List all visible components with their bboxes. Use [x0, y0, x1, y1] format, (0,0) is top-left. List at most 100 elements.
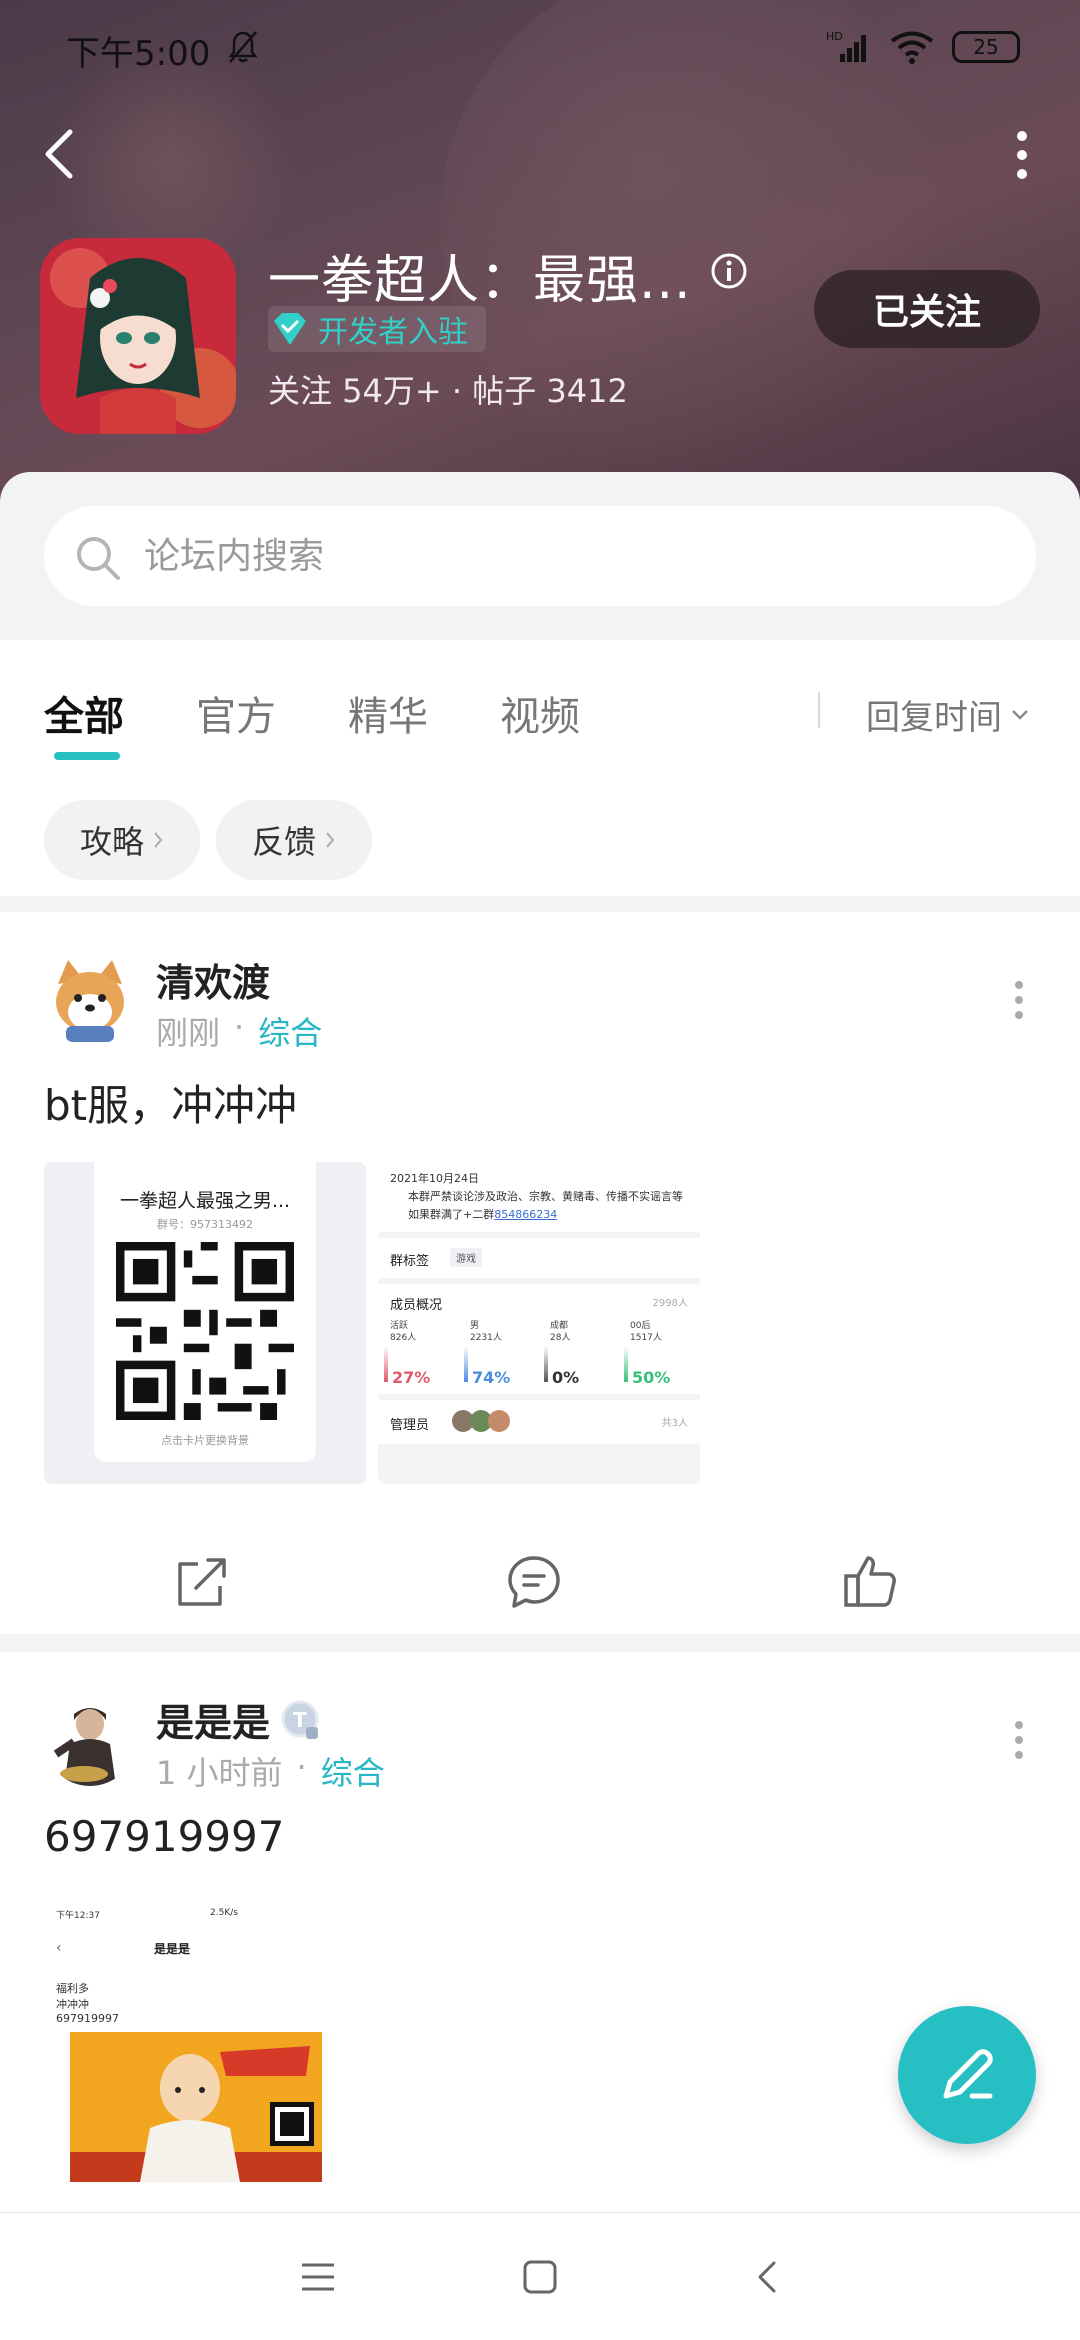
- members-label: 成员概况: [390, 1298, 443, 1313]
- shiba-avatar-image: [44, 954, 136, 1046]
- author-name: 清欢渡: [156, 961, 271, 1005]
- members-count: 2998人: [652, 1298, 688, 1309]
- post-time: 刚刚: [156, 1014, 221, 1052]
- pen-edit-icon: [943, 2049, 993, 2099]
- admins-label: 管理员: [390, 1418, 430, 1433]
- game-character-art: [40, 238, 236, 434]
- post-more-icon[interactable]: [1014, 1720, 1024, 1760]
- admins-row: 管理员 共3人: [378, 1400, 700, 1444]
- tab-all[interactable]: 全部: [44, 684, 124, 742]
- stat-active-value: 826人: [390, 1333, 417, 1343]
- qr-card-hint: 点击卡片更换背景: [161, 1434, 249, 1447]
- post-card[interactable]: 是是是 T 1 小时前 · 综合 697919997 下午12:37 2.5K/…: [0, 1652, 1080, 2212]
- status-indicators: HD 25: [826, 30, 1020, 64]
- stat-male: 男 2231人: [470, 1320, 502, 1344]
- stat-active: 活跃 826人: [390, 1320, 416, 1344]
- group-tag-row: 群标签 游戏: [378, 1238, 700, 1278]
- shot-status-speed: 2.5K/s: [210, 1908, 238, 1918]
- app-icon[interactable]: [40, 238, 236, 434]
- chip-feedback[interactable]: 反馈: [216, 800, 372, 880]
- post-time: 1 小时前: [156, 1754, 283, 1792]
- menu-icon[interactable]: [298, 2257, 338, 2297]
- notice-second-group: 如果群满了+二群: [408, 1208, 495, 1221]
- back-triangle-icon[interactable]: [748, 2257, 788, 2297]
- post-author[interactable]: 清欢渡: [156, 952, 270, 1007]
- post-author[interactable]: 是是是 T: [156, 1692, 322, 1747]
- tab-video[interactable]: 视频: [500, 684, 580, 742]
- wifi-icon: [890, 31, 934, 64]
- stat-adult-label: 成都: [550, 1321, 569, 1331]
- meta-separator: ·: [234, 1008, 245, 1046]
- forum-header: 下午5:00 HD 25 一拳超人：最强... 开发者入驻 关注 54万+ · …: [0, 0, 1080, 500]
- back-arrow-icon[interactable]: [40, 126, 80, 182]
- follow-button[interactable]: 已关注: [814, 270, 1040, 348]
- stat-active-label: 活跃: [390, 1321, 409, 1331]
- admin-avatar: [488, 1410, 510, 1432]
- avatar[interactable]: [44, 954, 136, 1046]
- more-vertical-icon[interactable]: [1012, 130, 1032, 180]
- search-input[interactable]: [144, 528, 1004, 584]
- notice-date: 2021年10月24日: [390, 1172, 479, 1185]
- stat-male-value: 2231人: [470, 1333, 502, 1343]
- notice-text-2: 如果群满了+二群854866234: [408, 1206, 557, 1222]
- share-icon[interactable]: [172, 1552, 232, 1612]
- svg-text:T: T: [293, 1708, 307, 1732]
- pct-active: 27%: [392, 1368, 431, 1387]
- post-image[interactable]: 2021年10月24日 本群严禁谈论涉及政治、宗教、黄赌毒、传播不实谣言等 如果…: [378, 1162, 700, 1484]
- shot-line-1: 福利多: [56, 1982, 89, 1995]
- group-notice: 2021年10月24日 本群严禁谈论涉及政治、宗教、黄赌毒、传播不实谣言等 如果…: [378, 1162, 700, 1232]
- post-meta: 1 小时前 · 综合: [156, 1748, 385, 1794]
- post-more-icon[interactable]: [1014, 980, 1024, 1020]
- signal-hd-label: HD: [826, 30, 843, 43]
- forum-content: 全部 官方 精华 视频 回复时间 攻略 反馈: [0, 472, 1080, 2212]
- sort-dropdown[interactable]: 回复时间: [866, 690, 1030, 739]
- info-icon[interactable]: [710, 252, 748, 290]
- post-image[interactable]: 下午12:37 2.5K/s ‹ 是是是 福利多 冲冲冲 697919997: [44, 1904, 344, 2212]
- chip-guides[interactable]: 攻略: [44, 800, 200, 880]
- comment-icon[interactable]: [504, 1552, 564, 1612]
- qr-code-image: [116, 1242, 294, 1420]
- character-avatar-image: [44, 1694, 136, 1786]
- chevron-right-icon: [326, 832, 335, 848]
- post-card[interactable]: 清欢渡 刚刚 · 综合 bt服，冲冲冲 一拳超人最强之男... 群号：95731…: [0, 912, 1080, 1634]
- shot-chat-title: 是是是: [154, 1942, 191, 1956]
- tabs-divider: [818, 692, 820, 728]
- search-bar[interactable]: [44, 506, 1036, 606]
- like-icon[interactable]: [840, 1552, 900, 1612]
- stat-bar-male: [464, 1346, 468, 1382]
- tab-official[interactable]: 官方: [196, 684, 276, 742]
- status-bar: 下午5:00 HD 25: [0, 0, 1080, 100]
- avatar[interactable]: [44, 1694, 136, 1786]
- qr-card-group-number: 群号：957313492: [157, 1218, 253, 1231]
- stat-00: 00后 1517人: [630, 1320, 662, 1344]
- user-level-badge-icon: T: [281, 1700, 319, 1739]
- tag-chip: 游戏: [450, 1248, 482, 1267]
- sort-label: 回复时间: [866, 698, 1002, 738]
- pct-00: 50%: [632, 1368, 671, 1387]
- new-post-button[interactable]: [898, 2006, 1036, 2144]
- post-category[interactable]: 综合: [321, 1748, 385, 1794]
- tab-active-indicator: [54, 752, 120, 760]
- stat-bar-00: [624, 1346, 628, 1382]
- chevron-down-icon: [1012, 709, 1028, 720]
- qr-card: 一拳超人最强之男... 群号：957313492 点击卡片更换背景: [94, 1162, 316, 1462]
- tabs-and-filters: 全部 官方 精华 视频 回复时间 攻略 反馈: [0, 640, 1080, 896]
- game-poster-image: [70, 2032, 322, 2182]
- signal-icon: HD: [826, 30, 866, 62]
- developer-badge: 开发者入驻: [268, 306, 486, 352]
- tab-featured[interactable]: 精华: [348, 684, 428, 742]
- shot-line-3: 697919997: [56, 2012, 119, 2025]
- stat-male-label: 男: [470, 1321, 480, 1331]
- pct-male: 74%: [472, 1368, 511, 1387]
- search-icon: [77, 537, 120, 580]
- shot-status-time: 下午12:37: [56, 1911, 100, 1921]
- forum-stats: 关注 54万+ · 帖子 3412: [268, 372, 628, 410]
- pct-adult: 0%: [552, 1368, 580, 1387]
- home-square-icon[interactable]: [520, 2257, 560, 2297]
- notice-group-number: 854866234: [494, 1208, 558, 1221]
- chevron-right-icon: [154, 832, 163, 848]
- chip-feedback-label: 反馈: [251, 823, 316, 861]
- post-image[interactable]: 一拳超人最强之男... 群号：957313492 点击卡片更换背景: [44, 1162, 366, 1484]
- post-category[interactable]: 综合: [258, 1008, 322, 1054]
- stat-bar-adult: [544, 1346, 548, 1382]
